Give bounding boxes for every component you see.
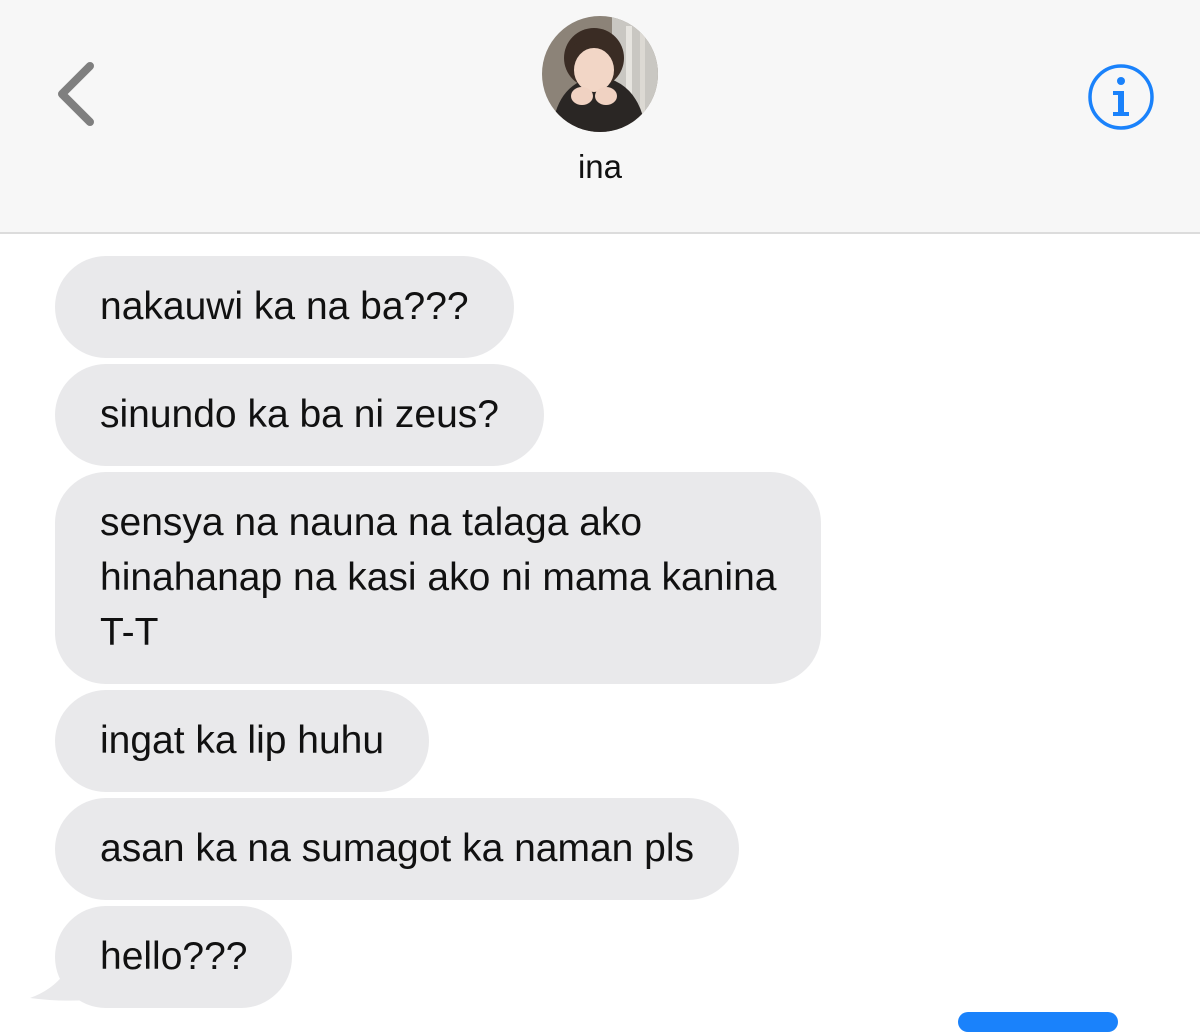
message-text: asan ka na sumagot ka naman pls xyxy=(100,827,695,870)
message-bubble[interactable]: hello??? xyxy=(55,906,293,1008)
message-text: ingat ka lip huhu xyxy=(100,719,385,762)
outgoing-message-bubble-partial[interactable] xyxy=(958,1012,1118,1032)
message-bubble[interactable]: ingat ka lip huhu xyxy=(55,690,430,792)
contact-name[interactable]: ina xyxy=(0,148,1200,186)
info-button[interactable] xyxy=(1086,62,1156,132)
conversation-header: ina xyxy=(0,0,1200,234)
contact-photo xyxy=(542,16,658,132)
message-text: hinahanap na kasi ako ni mama kanina xyxy=(100,556,777,599)
message-text: nakauwi ka na ba??? xyxy=(100,285,469,328)
message-text: hello??? xyxy=(100,935,248,978)
chevron-left-icon xyxy=(58,62,94,126)
back-button[interactable] xyxy=(44,54,114,134)
message-bubble[interactable]: sensya na nauna na talaga ako hinahanap … xyxy=(55,472,822,684)
avatar[interactable] xyxy=(542,16,658,132)
message-bubble[interactable]: asan ka na sumagot ka naman pls xyxy=(55,798,740,900)
info-circle-icon xyxy=(1088,64,1154,130)
message-thread[interactable]: nakauwi ka na ba??? sinundo ka ba ni zeu… xyxy=(0,234,1200,1016)
message-text: sinundo ka ba ni zeus? xyxy=(100,393,499,436)
message-text: T-T xyxy=(100,611,159,654)
message-text: sensya na nauna na talaga ako xyxy=(100,501,643,544)
message-bubble[interactable]: sinundo ka ba ni zeus? xyxy=(55,364,544,466)
message-bubble[interactable]: nakauwi ka na ba??? xyxy=(55,256,514,358)
